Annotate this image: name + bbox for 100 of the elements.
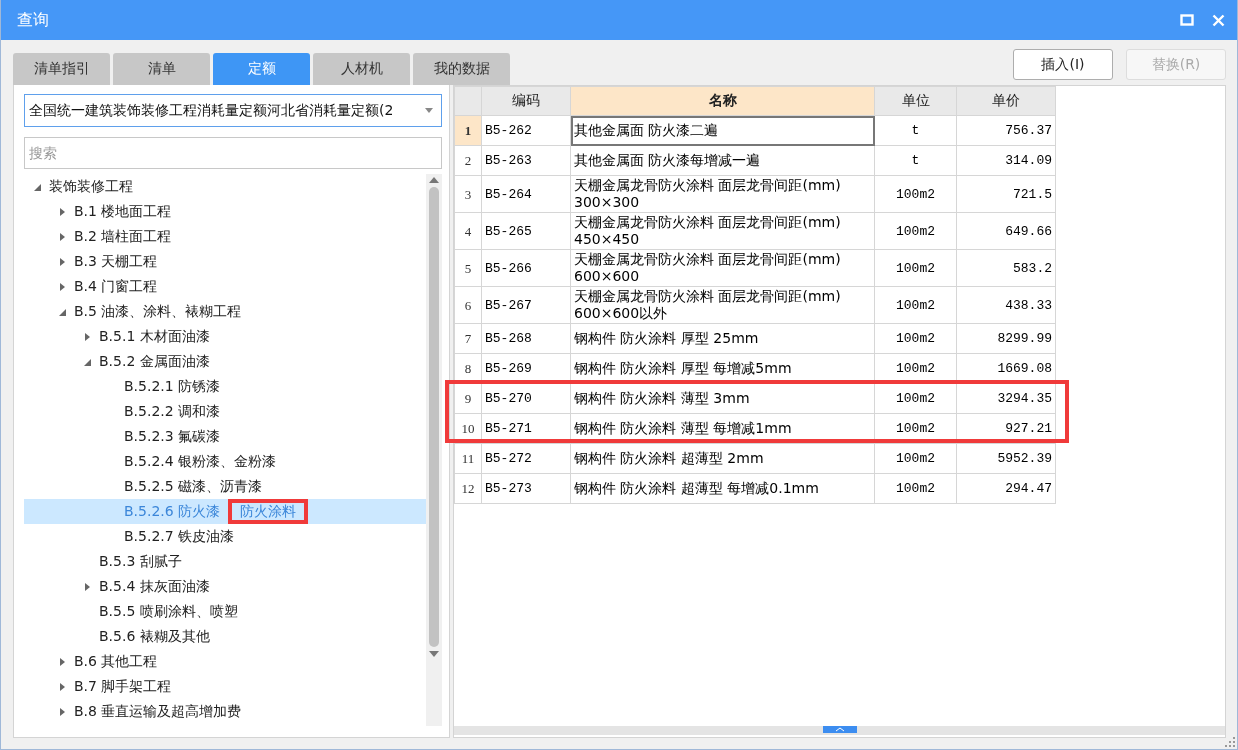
row-number[interactable]: 10 (454, 413, 482, 444)
horizontal-scrollbar[interactable] (454, 726, 1225, 735)
maximize-icon[interactable] (1180, 14, 1194, 26)
tree-item[interactable]: B.5.2.2 调和漆 (24, 399, 426, 424)
table-cell: 100m2 (874, 323, 957, 354)
column-header[interactable]: 单位 (874, 86, 957, 116)
table-cell: 天棚金属龙骨防火涂料 面层龙骨间距(mm) 450×450 (570, 212, 875, 250)
table-cell: 天棚金属龙骨防火涂料 面层龙骨间距(mm) 600×600以外 (570, 286, 875, 324)
annotation-box: 防火涂料 (228, 499, 309, 524)
column-header[interactable]: 名称 (570, 86, 875, 116)
table-cell: B5-272 (481, 443, 571, 474)
table-cell: 294.47 (956, 473, 1056, 504)
column-header[interactable]: 编码 (481, 86, 571, 116)
table-cell: B5-268 (481, 323, 571, 354)
collapsed-arrow-icon[interactable] (59, 657, 66, 666)
table-cell: B5-266 (481, 249, 571, 287)
expanded-arrow-icon[interactable] (84, 357, 91, 366)
tree-item[interactable]: 装饰装修工程 (24, 174, 426, 199)
close-icon[interactable] (1212, 13, 1225, 27)
tree-item[interactable]: B.5.2.4 银粉漆、金粉漆 (24, 449, 426, 474)
table-cell: t (874, 115, 957, 146)
table-cell: B5-263 (481, 145, 571, 176)
row-number[interactable]: 3 (454, 175, 482, 213)
tab[interactable]: 清单指引 (13, 53, 110, 85)
table-cell: 927.21 (956, 413, 1056, 444)
row-number[interactable]: 1 (454, 115, 482, 146)
tab[interactable]: 我的数据 (413, 53, 510, 85)
tree-item[interactable]: B.2 墙柱面工程 (24, 224, 426, 249)
table-cell: 其他金属面 防火漆二遍 (570, 115, 875, 146)
collapsed-arrow-icon[interactable] (59, 232, 66, 241)
table-cell: B5-270 (481, 383, 571, 414)
row-number[interactable]: 6 (454, 286, 482, 324)
insert-button[interactable]: 插入(I) (1013, 49, 1113, 80)
collapsed-arrow-icon[interactable] (59, 707, 66, 716)
table-cell: 100m2 (874, 473, 957, 504)
table-cell: 钢构件 防火涂料 薄型 3mm (570, 383, 875, 414)
row-number[interactable]: 9 (454, 383, 482, 414)
table-cell: 649.66 (956, 212, 1056, 250)
row-number[interactable]: 2 (454, 145, 482, 176)
table-cell: 钢构件 防火涂料 超薄型 每增减0.1mm (570, 473, 875, 504)
table-cell: t (874, 145, 957, 176)
tree-item[interactable]: B.5.6 裱糊及其他 (24, 624, 426, 649)
table-cell: B5-271 (481, 413, 571, 444)
tree-item[interactable]: B.4 门窗工程 (24, 274, 426, 299)
tab[interactable]: 清单 (113, 53, 210, 85)
vertical-scrollbar[interactable] (426, 174, 442, 726)
tree-item[interactable]: B.5.2 金属面油漆 (24, 349, 426, 374)
table-cell: 钢构件 防火涂料 厚型 25mm (570, 323, 875, 354)
row-number[interactable]: 12 (454, 473, 482, 504)
row-number[interactable]: 5 (454, 249, 482, 287)
tree-item[interactable]: B.1 楼地面工程 (24, 199, 426, 224)
table-cell: B5-264 (481, 175, 571, 213)
collapsed-arrow-icon[interactable] (84, 582, 91, 591)
tree-item[interactable]: B.5.3 刮腻子 (24, 549, 426, 574)
table-cell: 100m2 (874, 249, 957, 287)
tree-item[interactable]: B.5.2.7 铁皮油漆 (24, 524, 426, 549)
tree-item[interactable]: B.5.1 木材面油漆 (24, 324, 426, 349)
tree-item[interactable]: B.5.5 喷刷涂料、喷塑 (24, 599, 426, 624)
collapsed-arrow-icon[interactable] (59, 682, 66, 691)
table-cell: 钢构件 防火涂料 超薄型 2mm (570, 443, 875, 474)
collapsed-arrow-icon[interactable] (59, 282, 66, 291)
table-cell: 314.09 (956, 145, 1056, 176)
tree-item[interactable]: B.8 垂直运输及超高增加费 (24, 699, 426, 724)
tree-item[interactable]: B.5.2.5 磁漆、沥青漆 (24, 474, 426, 499)
search-field[interactable]: 搜索 (24, 137, 442, 169)
table-cell: 3294.35 (956, 383, 1056, 414)
tree-item[interactable]: B.3 天棚工程 (24, 249, 426, 274)
collapsed-arrow-icon[interactable] (84, 332, 91, 341)
table-cell: 438.33 (956, 286, 1056, 324)
table-cell: 721.5 (956, 175, 1056, 213)
scroll-up-icon[interactable] (429, 177, 439, 183)
scroll-thumb-icon[interactable] (822, 726, 857, 733)
table-cell: 钢构件 防火涂料 薄型 每增减1mm (570, 413, 875, 444)
table-cell: 100m2 (874, 383, 957, 414)
column-header[interactable]: 单价 (956, 86, 1056, 116)
collapsed-arrow-icon[interactable] (59, 257, 66, 266)
table-cell: 8299.99 (956, 323, 1056, 354)
resize-grip-icon[interactable] (1225, 737, 1235, 747)
scroll-down-icon[interactable] (429, 651, 439, 657)
expanded-arrow-icon[interactable] (59, 307, 66, 316)
tab[interactable]: 人材机 (313, 53, 410, 85)
table-cell: B5-273 (481, 473, 571, 504)
table-cell: 100m2 (874, 212, 957, 250)
tree-item[interactable]: B.5.2.1 防锈漆 (24, 374, 426, 399)
library-dropdown[interactable]: 全国统一建筑装饰装修工程消耗量定额河北省消耗量定额(2 (24, 94, 442, 127)
table-cell: B5-265 (481, 212, 571, 250)
table-cell: 5952.39 (956, 443, 1056, 474)
tree-item[interactable]: B.5.4 抹灰面油漆 (24, 574, 426, 599)
tree-item[interactable]: B.5 油漆、涂料、裱糊工程 (24, 299, 426, 324)
tree-item[interactable]: B.6 其他工程 (24, 649, 426, 674)
expanded-arrow-icon[interactable] (34, 182, 41, 191)
tree-item[interactable]: B.7 脚手架工程 (24, 674, 426, 699)
row-number[interactable]: 4 (454, 212, 482, 250)
table-cell: 756.37 (956, 115, 1056, 146)
collapsed-arrow-icon[interactable] (59, 207, 66, 216)
table-cell: 100m2 (874, 286, 957, 324)
row-number[interactable]: 7 (454, 323, 482, 354)
table-cell: 天棚金属龙骨防火涂料 面层龙骨间距(mm) 300×300 (570, 175, 875, 213)
row-number[interactable]: 11 (454, 443, 482, 474)
tree-item[interactable]: B.5.2.3 氟碳漆 (24, 424, 426, 449)
